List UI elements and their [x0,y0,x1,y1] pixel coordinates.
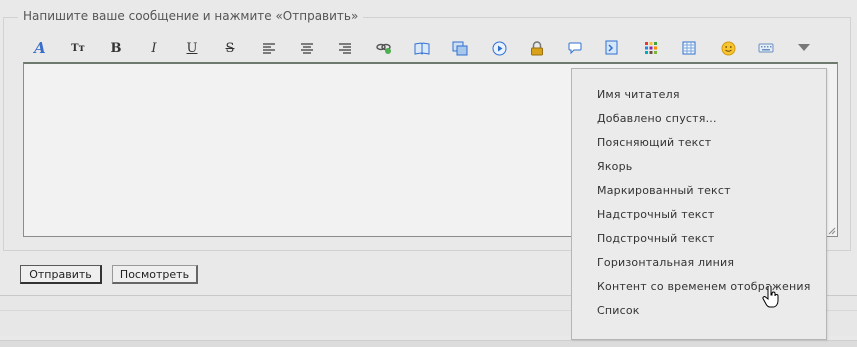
menu-item-highlighted-text[interactable]: Маркированный текст [597,184,731,200]
code-icon[interactable] [602,38,622,58]
book-icon[interactable] [412,38,432,58]
quote-bubble-icon[interactable] [565,38,585,58]
font-icon[interactable]: A [30,38,50,58]
menu-item-added-after[interactable]: Добавлено спустя... [597,112,717,128]
menu-item-subscript[interactable]: Подстрочный текст [597,232,714,248]
menu-item-explanatory-text[interactable]: Поясняющий текст [597,136,711,152]
color-grid-icon[interactable] [641,38,661,58]
menu-item-horizontal-line[interactable]: Горизонтальная линия [597,256,734,272]
italic-icon[interactable]: I [144,38,164,58]
hand-cursor-icon [762,286,779,308]
send-button[interactable]: Отправить [20,265,102,284]
menu-item-anchor[interactable]: Якорь [597,160,632,176]
media-play-icon[interactable] [489,38,509,58]
image-icon[interactable] [450,38,470,58]
lock-icon[interactable] [527,38,547,58]
strikethrough-icon[interactable]: S [220,38,240,58]
font-size-icon[interactable]: Tт [68,38,88,58]
keyboard-icon[interactable] [756,38,776,58]
bold-icon[interactable]: B [106,38,126,58]
menu-item-superscript[interactable]: Надстрочный текст [597,208,714,224]
editor-toolbar: A Tт B I U S [22,38,826,60]
menu-item-list[interactable]: Список [597,304,640,320]
smiley-icon[interactable] [718,38,738,58]
underline-icon[interactable]: U [182,38,202,58]
preview-button[interactable]: Посмотреть [112,265,198,284]
align-right-icon[interactable] [335,38,355,58]
more-dropdown-icon[interactable] [794,38,814,58]
form-legend: Напишите ваше сообщение и нажмите «Отпра… [18,9,364,23]
table-icon[interactable] [679,38,699,58]
link-icon[interactable] [374,38,394,58]
resize-grip-icon[interactable] [827,226,836,235]
menu-item-reader-name[interactable]: Имя читателя [597,88,680,104]
bbcode-dropdown-menu: Имя читателя Добавлено спустя... Поясняю… [571,68,827,340]
align-center-icon[interactable] [297,38,317,58]
align-left-icon[interactable] [259,38,279,58]
